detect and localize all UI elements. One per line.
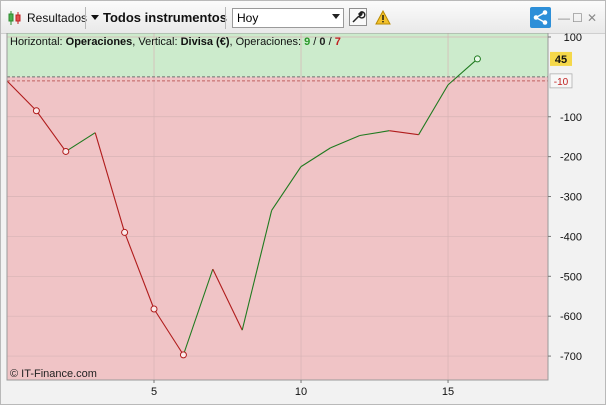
y-tick-label: -300 <box>560 192 582 204</box>
credit-label: © IT-Finance.com <box>10 368 97 380</box>
y-tick-label: -700 <box>560 351 582 363</box>
losing-trade-marker <box>121 228 129 236</box>
share-icon <box>533 10 548 25</box>
header-mid: , Vertical: <box>132 36 180 48</box>
baseline-label: -10 <box>554 77 569 88</box>
ops-losing: 7 <box>335 36 341 48</box>
header-vertical-value: Divisa (€) <box>181 36 230 48</box>
y-tick-label: -100 <box>560 112 582 124</box>
chart-header: Horizontal: Operaciones, Vertical: Divis… <box>10 36 341 48</box>
results-window: Resultados Todos instrumentos Hoy — ☐ ✕ … <box>0 0 606 405</box>
x-tick-label: 15 <box>442 386 454 398</box>
chevron-down-icon <box>332 14 340 19</box>
loss-zone <box>7 76 548 380</box>
y-tick-label: -200 <box>560 152 582 164</box>
instruments-label: Todos instrumentos <box>103 10 227 25</box>
minimize-button[interactable]: — <box>558 11 570 25</box>
last-value-label: 45 <box>555 54 567 66</box>
close-button[interactable]: ✕ <box>587 11 597 25</box>
ops-sep: / <box>310 36 319 48</box>
header-prefix: Horizontal: <box>10 36 66 48</box>
results-button[interactable]: Resultados <box>7 10 87 26</box>
x-axis: 5 10 15 <box>151 380 454 398</box>
settings-button[interactable] <box>349 8 367 26</box>
instruments-dropdown[interactable]: Todos instrumentos <box>91 10 227 25</box>
header-horizontal-value: Operaciones <box>66 36 133 48</box>
caret-down-icon <box>91 15 99 20</box>
period-value: Hoy <box>237 11 259 25</box>
ops-sep: / <box>326 36 335 48</box>
x-tick-label: 5 <box>151 386 157 398</box>
equity-chart: 100 -100 -200 -300 -400 -500 -600 -700 5 10 15 Ho… <box>6 33 582 398</box>
x-tick-label: 10 <box>295 386 307 398</box>
losing-trade-marker <box>150 305 158 313</box>
maximize-button[interactable]: ☐ <box>572 11 583 25</box>
results-label: Resultados <box>27 11 88 25</box>
candlestick-icon <box>8 11 21 25</box>
last-trade-marker <box>473 55 481 63</box>
toolbar-divider <box>85 7 86 29</box>
y-tick-label: -400 <box>560 231 582 243</box>
wrench-icon <box>352 11 366 23</box>
header-ops-label: , Operaciones: <box>230 36 305 48</box>
period-select[interactable]: Hoy <box>232 8 344 28</box>
y-tick-label: -500 <box>560 271 582 283</box>
share-button[interactable] <box>530 7 551 28</box>
toolbar-divider <box>225 7 226 29</box>
y-tick-label: -600 <box>560 311 582 323</box>
losing-trade-marker <box>179 351 187 359</box>
toolbar: Resultados Todos instrumentos Hoy — ☐ ✕ <box>1 1 605 34</box>
warning-icon[interactable] <box>375 10 391 25</box>
losing-trade-marker <box>32 107 40 115</box>
y-tick-label: 100 <box>564 33 582 44</box>
losing-trade-marker <box>62 147 70 155</box>
